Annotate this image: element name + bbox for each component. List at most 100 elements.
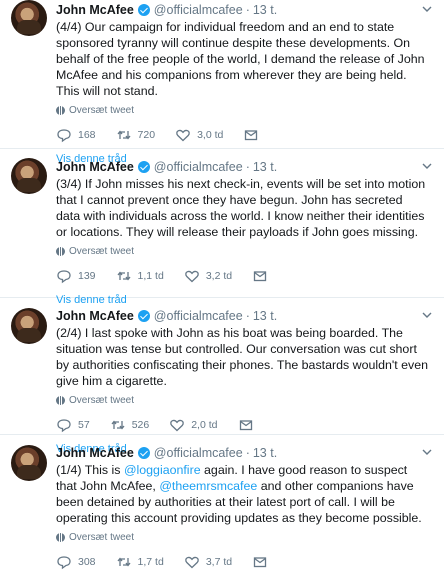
- globe-icon: [56, 105, 65, 115]
- tweet-time[interactable]: 13 t.: [253, 309, 277, 323]
- avatar[interactable]: [11, 0, 47, 36]
- tweet-header: John McAfee @officialmcafee · 13 t.: [56, 308, 436, 324]
- reply-icon: [57, 270, 71, 284]
- envelope-icon: [253, 557, 267, 568]
- dm-button[interactable]: [238, 417, 260, 433]
- heart-icon: [176, 129, 190, 142]
- like-button[interactable]: 3,2 td: [184, 268, 232, 284]
- tweet-time[interactable]: 13 t.: [253, 160, 277, 174]
- author-name[interactable]: John McAfee: [56, 309, 134, 323]
- tweet[interactable]: John McAfee @officialmcafee · 13 t. (4/4…: [0, 0, 444, 165]
- verified-badge-icon: [137, 4, 150, 16]
- chevron-down-icon[interactable]: [420, 2, 434, 16]
- translate-link[interactable]: Oversæt tweet: [56, 394, 436, 406]
- translate-link[interactable]: Oversæt tweet: [56, 245, 436, 257]
- separator-dot: ·: [245, 160, 250, 174]
- retweet-count: 1,7 td: [137, 556, 164, 568]
- retweet-count: 1,1 td: [137, 270, 164, 282]
- tweet-text: (4/4) Our campaign for individual freedo…: [56, 20, 425, 98]
- avatar[interactable]: [11, 158, 47, 194]
- separator-dot: ·: [245, 446, 250, 460]
- separator-dot: ·: [245, 3, 250, 17]
- author-handle[interactable]: @officialmcafee: [154, 3, 243, 17]
- verified-badge-icon: [137, 161, 150, 173]
- envelope-icon: [253, 271, 267, 282]
- author-handle[interactable]: @officialmcafee: [154, 309, 243, 323]
- tweet-header: John McAfee @officialmcafee · 13 t.: [56, 2, 436, 18]
- reply-count: 139: [78, 270, 96, 282]
- envelope-icon: [245, 130, 258, 141]
- reply-count: 308: [78, 556, 96, 568]
- tweet[interactable]: John McAfee @officialmcafee · 13 t. (2/4…: [0, 298, 444, 455]
- chevron-down-icon[interactable]: [420, 159, 434, 173]
- like-button[interactable]: 2,0 td: [169, 417, 218, 433]
- avatar[interactable]: [11, 308, 47, 344]
- tweet-time[interactable]: 13 t.: [253, 3, 277, 17]
- retweet-button[interactable]: 526: [110, 417, 149, 433]
- tweet-actions: 308 1,7 td 3,7 td: [56, 553, 436, 571]
- tweet-actions: 168 720 3,0 td: [56, 126, 436, 144]
- like-count: 3,2 td: [205, 270, 233, 282]
- author-name[interactable]: John McAfee: [56, 446, 134, 460]
- translate-label: Oversæt tweet: [69, 104, 135, 116]
- retweet-button[interactable]: 1,1 td: [116, 268, 164, 284]
- translate-label: Oversæt tweet: [69, 394, 135, 406]
- retweet-icon: [111, 420, 125, 430]
- tweet-text-part: (1/4) This is: [56, 463, 124, 477]
- heart-icon: [170, 419, 185, 432]
- author-name[interactable]: John McAfee: [56, 3, 134, 17]
- like-count: 2,0 td: [191, 419, 218, 431]
- verified-badge-icon: [137, 447, 150, 459]
- reply-count: 168: [78, 129, 96, 141]
- tweet[interactable]: John McAfee @officialmcafee · 13 t. (3/4…: [0, 149, 444, 306]
- reply-button[interactable]: 168: [56, 127, 96, 143]
- mention-link[interactable]: @theemrsmcafee: [159, 479, 257, 493]
- tweet-time[interactable]: 13 t.: [253, 446, 277, 460]
- like-button[interactable]: 3,7 td: [184, 554, 232, 570]
- retweet-icon: [117, 271, 131, 281]
- tweet-content: John McAfee @officialmcafee · 13 t. (3/4…: [56, 159, 436, 308]
- tweet-text: (1/4) This is @loggiaonfire again. I hav…: [56, 462, 436, 526]
- author-handle[interactable]: @officialmcafee: [154, 446, 243, 460]
- reply-icon: [57, 556, 71, 570]
- reply-button[interactable]: 57: [56, 417, 90, 433]
- retweet-button[interactable]: 1,7 td: [116, 554, 164, 570]
- heart-icon: [184, 270, 199, 283]
- envelope-icon: [239, 420, 252, 431]
- heart-icon: [184, 556, 199, 569]
- tweet-feed: John McAfee @officialmcafee · 13 t. (4/4…: [0, 0, 444, 572]
- tweet-text: (2/4) I last spoke with John as his boat…: [56, 326, 429, 388]
- translate-link[interactable]: Oversæt tweet: [56, 104, 436, 116]
- retweet-icon: [117, 557, 131, 567]
- like-count: 3,7 td: [205, 556, 233, 568]
- chevron-down-icon[interactable]: [420, 445, 434, 459]
- dm-button[interactable]: [243, 127, 265, 143]
- reply-button[interactable]: 139: [56, 268, 96, 284]
- tweet-actions: 139 1,1 td 3,2 td: [56, 267, 436, 285]
- dm-button[interactable]: [252, 268, 274, 284]
- chevron-down-icon[interactable]: [420, 308, 434, 322]
- like-button[interactable]: 3,0 td: [175, 127, 223, 143]
- reply-button[interactable]: 308: [56, 554, 96, 570]
- dm-button[interactable]: [252, 554, 274, 570]
- translate-label: Oversæt tweet: [69, 531, 135, 543]
- reply-icon: [57, 129, 71, 143]
- globe-icon: [56, 246, 65, 256]
- retweet-icon: [117, 130, 131, 140]
- reply-count: 57: [78, 419, 90, 431]
- author-name[interactable]: John McAfee: [56, 160, 134, 174]
- translate-link[interactable]: Oversæt tweet: [56, 531, 436, 543]
- globe-icon: [56, 395, 65, 405]
- tweet-text: (3/4) If John misses his next check-in, …: [56, 177, 426, 239]
- verified-badge-icon: [137, 310, 150, 322]
- author-handle[interactable]: @officialmcafee: [154, 160, 243, 174]
- tweet-actions: 57 526 2,0 td: [56, 416, 436, 434]
- tweet[interactable]: John McAfee @officialmcafee · 13 t. (1/4…: [0, 435, 444, 572]
- retweet-count: 720: [137, 129, 156, 141]
- tweet-header: John McAfee @officialmcafee · 13 t.: [56, 159, 436, 175]
- separator-dot: ·: [245, 309, 250, 323]
- mention-link[interactable]: @loggiaonfire: [124, 463, 201, 477]
- retweet-button[interactable]: 720: [116, 127, 156, 143]
- like-count: 3,0 td: [197, 129, 224, 141]
- avatar[interactable]: [11, 445, 47, 481]
